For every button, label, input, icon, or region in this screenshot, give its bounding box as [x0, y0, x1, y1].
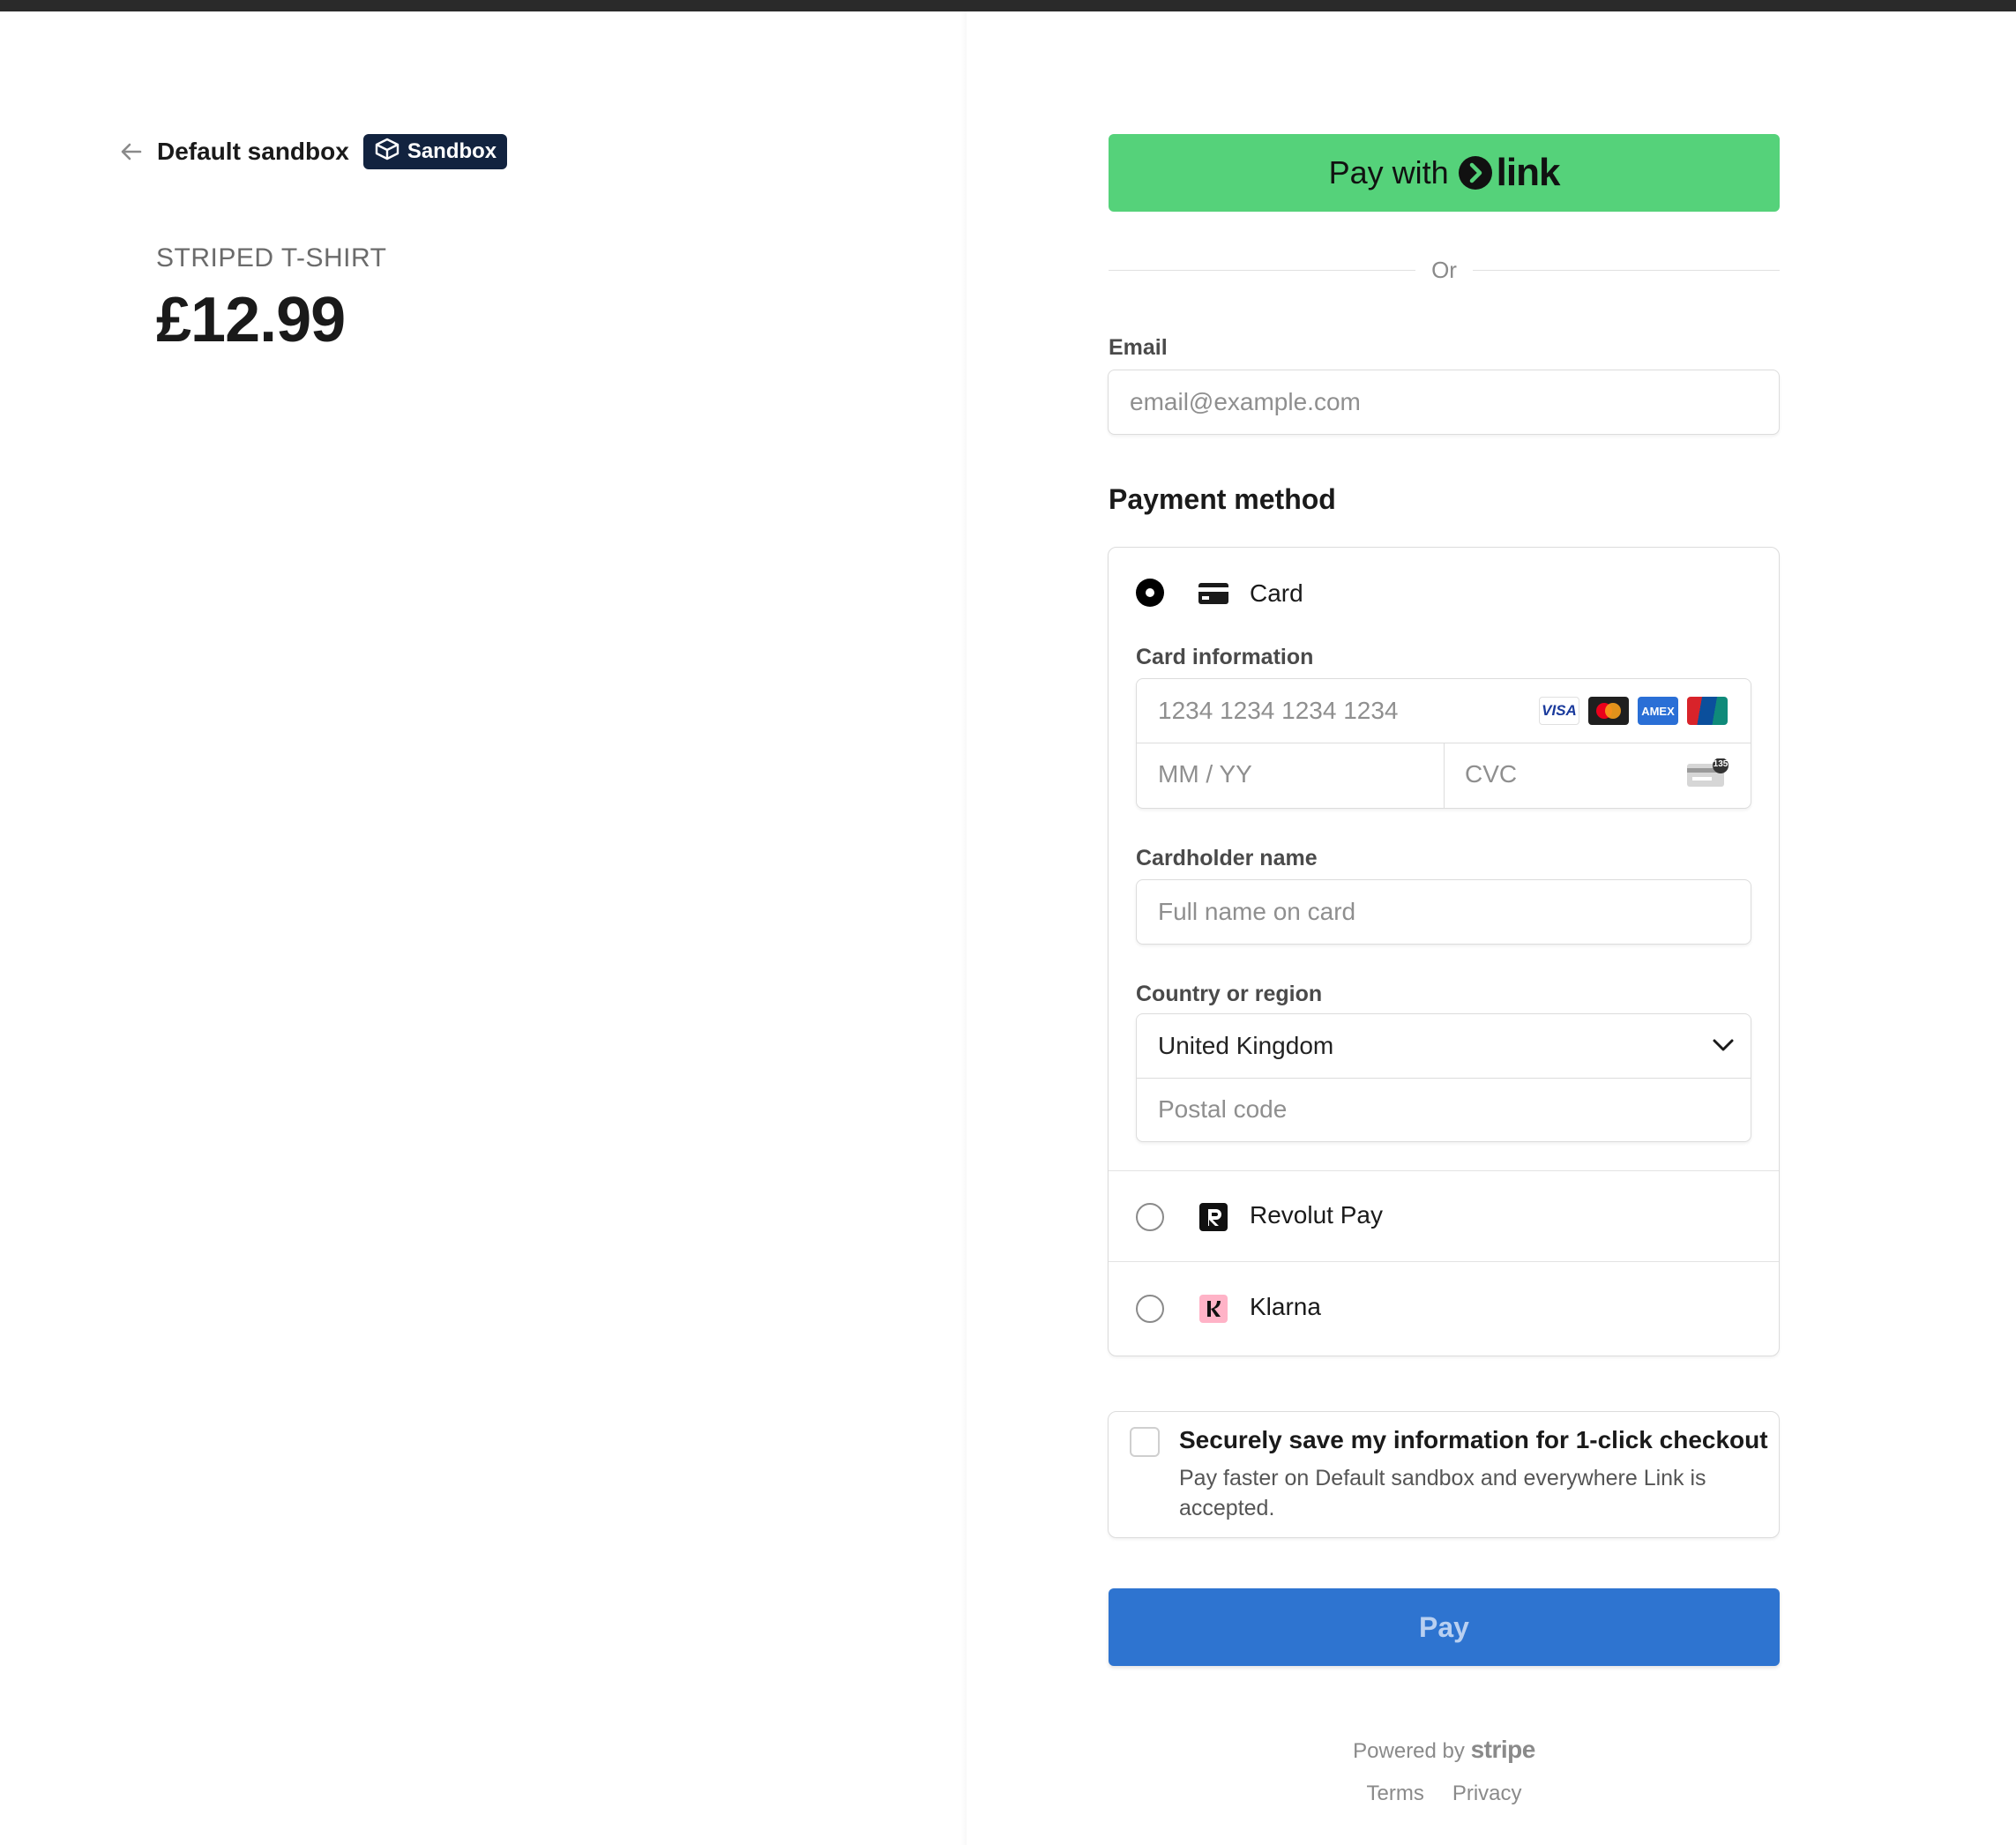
postal-code-input[interactable]: Postal code	[1158, 1095, 1287, 1124]
stripe-logo: stripe	[1470, 1736, 1536, 1763]
save-info-box: Securely save my information for 1-click…	[1108, 1411, 1780, 1538]
back-arrow-icon[interactable]	[118, 138, 145, 165]
or-line-left	[1109, 269, 1416, 271]
amex-icon: AMEX	[1638, 697, 1678, 725]
visa-brand-text: VISA	[1542, 702, 1577, 719]
merchant-header: Default sandbox Sandbox	[118, 132, 508, 171]
powered-by-text: Powered by	[1353, 1739, 1465, 1763]
link-arrow-icon	[1458, 156, 1492, 190]
save-info-description: Pay faster on Default sandbox and everyw…	[1179, 1466, 1706, 1520]
order-summary-pane	[0, 11, 967, 1845]
cvc-icon-text: 135	[1713, 759, 1729, 769]
chevron-down-icon[interactable]	[1712, 1037, 1735, 1057]
email-label: Email	[1109, 335, 1168, 360]
pay-with-label: Pay with	[1328, 154, 1449, 190]
klarna-option-label[interactable]: Klarna	[1250, 1293, 1321, 1321]
country-select[interactable]: United Kingdom	[1158, 1032, 1333, 1060]
separator-klarna	[1109, 1261, 1779, 1262]
product-name: STRIPED T-SHIRT	[156, 243, 387, 273]
country-postal-divider	[1137, 1078, 1751, 1079]
card-number-input[interactable]: 1234 1234 1234 1234	[1158, 697, 1399, 725]
card-information-group: 1234 1234 1234 1234 VISA AMEX MM / YY CV…	[1136, 678, 1751, 809]
card-option-label[interactable]: Card	[1250, 579, 1303, 608]
powered-by-stripe[interactable]: Powered by stripe	[1109, 1736, 1780, 1764]
separator-revolut	[1109, 1170, 1779, 1171]
or-line-right	[1472, 269, 1781, 271]
link-brand-word: link	[1496, 151, 1561, 194]
save-info-title[interactable]: Securely save my information for 1-click…	[1179, 1426, 1768, 1454]
revolut-option-label[interactable]: Revolut Pay	[1250, 1201, 1383, 1229]
sandbox-badge: Sandbox	[362, 134, 508, 169]
card-group-vline	[1444, 743, 1445, 808]
revolut-radio[interactable]	[1136, 1203, 1164, 1231]
unionpay-icon	[1687, 697, 1728, 725]
link-logo: link	[1458, 151, 1560, 195]
cardholder-name-label: Cardholder name	[1136, 846, 1318, 870]
email-input[interactable]	[1108, 370, 1780, 435]
or-divider: Or	[1109, 252, 1781, 288]
mastercard-icon	[1588, 697, 1629, 725]
cvc-card-icon: 135	[1687, 758, 1729, 793]
expiry-input[interactable]: MM / YY	[1158, 760, 1252, 788]
country-postal-group: United Kingdom Postal code	[1136, 1013, 1751, 1142]
amex-brand-text: AMEX	[1641, 704, 1675, 718]
or-text: Or	[1431, 256, 1457, 283]
card-information-label: Card information	[1136, 645, 1314, 669]
klarna-radio[interactable]	[1136, 1295, 1164, 1323]
merchant-name[interactable]: Default sandbox	[157, 138, 349, 166]
visa-icon: VISA	[1539, 697, 1579, 725]
card-icon	[1198, 583, 1228, 609]
cardholder-name-input[interactable]	[1136, 879, 1751, 945]
country-label: Country or region	[1136, 982, 1323, 1006]
footer-links: Terms Privacy	[1109, 1782, 1780, 1806]
sandbox-badge-label: Sandbox	[407, 139, 497, 163]
window-top-bar	[0, 0, 2016, 11]
pay-button[interactable]: Pay	[1109, 1588, 1780, 1666]
card-radio[interactable]	[1136, 579, 1164, 607]
revolut-icon	[1199, 1203, 1228, 1236]
sandbox-box-icon	[374, 138, 400, 167]
privacy-link[interactable]: Privacy	[1452, 1782, 1522, 1806]
payment-method-box: Card Card information 1234 1234 1234 123…	[1108, 547, 1780, 1356]
terms-link[interactable]: Terms	[1366, 1782, 1423, 1806]
product-price: £12.99	[156, 285, 346, 355]
cvc-input[interactable]: CVC	[1465, 760, 1517, 788]
payment-method-title: Payment method	[1109, 483, 1336, 515]
klarna-icon	[1199, 1295, 1228, 1327]
pay-with-link-button[interactable]: Pay with link	[1109, 134, 1780, 212]
save-info-checkbox[interactable]	[1130, 1427, 1160, 1457]
